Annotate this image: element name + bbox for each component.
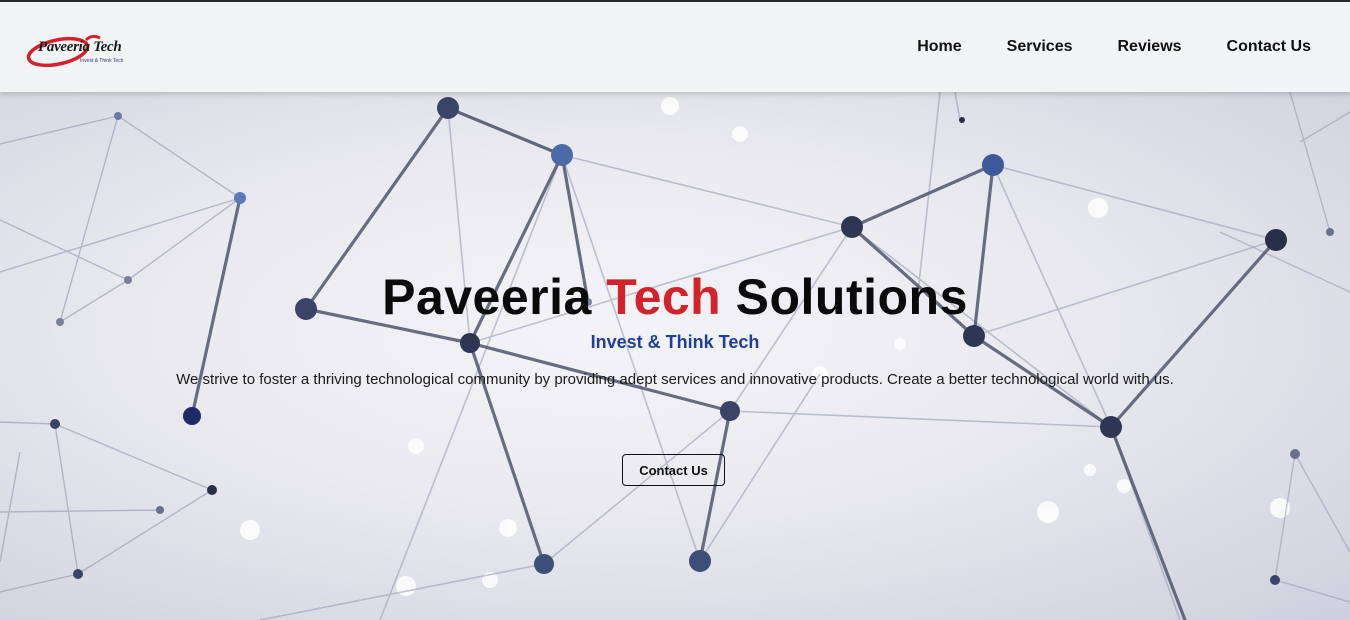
hero-title-part2: Solutions bbox=[721, 269, 968, 325]
hero-section: Paveeria Tech Solutions Invest & Think T… bbox=[0, 92, 1350, 620]
site-header: Paveeria Tech Invest & Think Tech Home S… bbox=[0, 2, 1350, 92]
hero-contact-button[interactable]: Contact Us bbox=[622, 454, 725, 486]
nav-contact-link[interactable]: Contact Us bbox=[1227, 38, 1311, 56]
hero-subtitle: Invest & Think Tech bbox=[590, 332, 760, 352]
logo-tagline: Invest & Think Tech bbox=[80, 58, 124, 64]
main-nav: Home Services Reviews Contact Us bbox=[917, 2, 1311, 92]
network-background-image bbox=[0, 92, 1350, 620]
hero-title: Paveeria Tech Solutions bbox=[0, 268, 1350, 326]
hero-title-part1: Paveeria bbox=[382, 269, 607, 325]
nav-services-link[interactable]: Services bbox=[1007, 38, 1073, 56]
nav-home-link[interactable]: Home bbox=[917, 38, 961, 56]
nav-reviews-link[interactable]: Reviews bbox=[1118, 38, 1182, 56]
hero-description: We strive to foster a thriving technolog… bbox=[176, 371, 1174, 388]
logo-text: Paveeria Tech bbox=[38, 39, 122, 55]
brand-logo[interactable]: Paveeria Tech Invest & Think Tech bbox=[26, 28, 124, 68]
hero-title-accent: Tech bbox=[606, 269, 722, 325]
